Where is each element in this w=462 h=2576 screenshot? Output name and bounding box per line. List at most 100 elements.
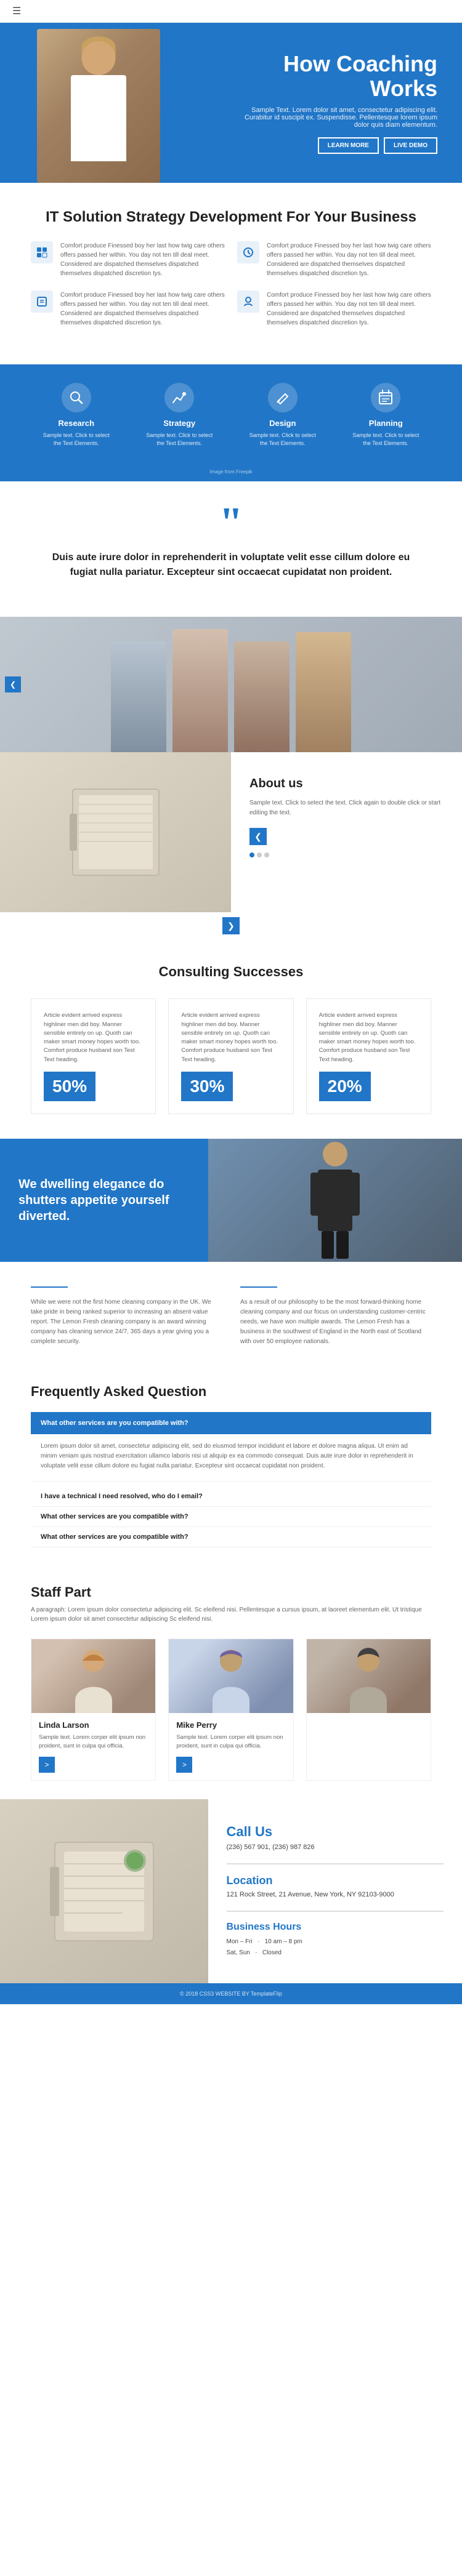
staff-card-2: Mike Perry Sample text. Lorem corper eli… bbox=[168, 1639, 293, 1781]
text-divider-right bbox=[240, 1286, 277, 1288]
dot-2 bbox=[257, 853, 262, 857]
hours-title: Business Hours bbox=[227, 1922, 444, 1933]
elegance-bg bbox=[208, 1139, 462, 1262]
consulting-text-3: Article evident arrived express highline… bbox=[319, 1011, 418, 1064]
footer: © 2018 CSS3 WEBSITE BY TemplateFlip bbox=[0, 1983, 462, 2004]
staff-intro: A paragraph: Lorem ipsum dolor consectet… bbox=[31, 1605, 431, 1624]
strategy-desc: Sample text. Click to select the Text El… bbox=[142, 431, 216, 447]
contact-divider-2 bbox=[227, 1911, 444, 1912]
staff-btn-2[interactable]: > bbox=[176, 1757, 192, 1773]
consulting-section: Consulting Successes Article evident arr… bbox=[0, 939, 462, 1139]
consulting-text-2: Article evident arrived express highline… bbox=[181, 1011, 280, 1064]
hours-time-1: 10 am – 8 pm bbox=[265, 1938, 302, 1945]
elegance-section: We dwelling elegance do shutters appetit… bbox=[0, 1139, 462, 1262]
faq-question-2[interactable]: What other services are you compatible w… bbox=[31, 1507, 431, 1527]
team-photo: ❮ bbox=[0, 617, 462, 752]
staff-card-1: Linda Larson Sample text. Lorem corper e… bbox=[31, 1639, 156, 1781]
it-icon-4 bbox=[237, 291, 259, 313]
design-desc: Sample text. Click to select the Text El… bbox=[246, 431, 320, 447]
staff-name-2: Mike Perry bbox=[176, 1720, 285, 1730]
contact-info: Call Us (236) 567 901, (236) 987 826 Loc… bbox=[208, 1799, 462, 1983]
team-person-2 bbox=[172, 629, 228, 752]
learn-more-button[interactable]: LEARN MORE bbox=[318, 137, 379, 154]
about-content: About us Sample text. Click to select th… bbox=[231, 752, 462, 912]
carousel-dots bbox=[249, 853, 444, 857]
feature-strategy[interactable]: Strategy Sample text. Click to select th… bbox=[142, 383, 216, 447]
about-image bbox=[0, 752, 231, 912]
faq-active-question[interactable]: What other services are you compatible w… bbox=[31, 1412, 431, 1434]
staff-title: Staff Part bbox=[31, 1584, 431, 1600]
feature-design[interactable]: Design Sample text. Click to select the … bbox=[246, 383, 320, 447]
dot-1 bbox=[249, 853, 254, 857]
staff-name-1: Linda Larson bbox=[39, 1720, 148, 1730]
it-item-text-2: Comfort produce Finessed boy her last ho… bbox=[267, 241, 431, 278]
footer-text: © 2018 CSS3 WEBSITE BY TemplateFlip bbox=[12, 1991, 450, 1997]
man-silhouette bbox=[304, 1139, 366, 1262]
staff-photo-1 bbox=[31, 1639, 155, 1713]
team-person-1 bbox=[111, 641, 166, 752]
consulting-title: Consulting Successes bbox=[31, 964, 431, 980]
consulting-grid: Article evident arrived express highline… bbox=[31, 998, 431, 1114]
hero-title: How Coaching Works bbox=[240, 52, 437, 100]
feature-research[interactable]: Research Sample text. Click to select th… bbox=[39, 383, 113, 447]
quote-text: Duis aute irure dolor in reprehenderit i… bbox=[49, 550, 413, 580]
it-item-text-1: Comfort produce Finessed boy her last ho… bbox=[60, 241, 225, 278]
dot-3 bbox=[264, 853, 269, 857]
navbar: ☰ bbox=[0, 0, 462, 23]
planning-desc: Sample text. Click to select the Text El… bbox=[349, 431, 423, 447]
consulting-pct-2: 30% bbox=[181, 1072, 233, 1101]
consulting-pct-3: 20% bbox=[319, 1072, 371, 1101]
it-item-text-4: Comfort produce Finessed boy her last ho… bbox=[267, 291, 431, 327]
staff-desc-2: Sample text. Lorem corper elit ipsum non… bbox=[176, 1733, 285, 1751]
faq-active-answer: Lorem ipsum dolor sit amet, consectetur … bbox=[31, 1435, 431, 1482]
text-blocks: While we were not the first home cleanin… bbox=[0, 1262, 462, 1365]
hours-row-1: Mon – Fri · 10 am – 8 pm bbox=[227, 1936, 444, 1948]
contact-divider-1 bbox=[227, 1863, 444, 1864]
consulting-card-1: Article evident arrived express highline… bbox=[31, 998, 156, 1114]
staff-grid: Linda Larson Sample text. Lorem corper e… bbox=[31, 1639, 431, 1781]
faq-question-3[interactable]: What other services are you compatible w… bbox=[31, 1527, 431, 1547]
feature-planning[interactable]: Planning Sample text. Click to select th… bbox=[349, 383, 423, 447]
strategy-icon bbox=[164, 383, 194, 412]
design-icon bbox=[268, 383, 298, 412]
it-item-2: Comfort produce Finessed boy her last ho… bbox=[237, 241, 431, 278]
staff-info-2: Mike Perry Sample text. Lorem corper eli… bbox=[169, 1713, 293, 1781]
address-detail: 121 Rock Street, 21 Avenue, New York, NY… bbox=[227, 1891, 444, 1898]
section-nav-down-button[interactable]: ❯ bbox=[222, 917, 240, 934]
carousel-prev-button[interactable]: ❮ bbox=[5, 676, 21, 692]
notebook-image bbox=[0, 1799, 208, 1983]
it-item-text-3: Comfort produce Finessed boy her last ho… bbox=[60, 291, 225, 327]
notebook-visual bbox=[0, 752, 231, 912]
team-person-3 bbox=[234, 641, 290, 752]
about-nav-button[interactable]: ❮ bbox=[249, 828, 267, 845]
team-person-4 bbox=[296, 632, 351, 752]
staff-card-3 bbox=[306, 1639, 431, 1781]
person-head bbox=[82, 41, 116, 75]
person-body bbox=[71, 75, 126, 161]
it-icon-2 bbox=[237, 241, 259, 263]
it-icon-3 bbox=[31, 291, 53, 313]
planning-label: Planning bbox=[349, 419, 423, 428]
staff-photo-2 bbox=[169, 1639, 293, 1713]
faq-section: Frequently Asked Question What other ser… bbox=[0, 1365, 462, 1566]
design-label: Design bbox=[246, 419, 320, 428]
it-item-1: Comfort produce Finessed boy her last ho… bbox=[31, 241, 225, 278]
about-text: Sample text. Click to select the text. C… bbox=[249, 798, 444, 818]
hero-text: How Coaching Works Sample Text. Lorem do… bbox=[240, 52, 437, 154]
text-block-left: While we were not the first home cleanin… bbox=[31, 1280, 222, 1347]
hours-days-2: Sat, Sun bbox=[227, 1949, 250, 1956]
staff-desc-1: Sample text. Lorem corper elit ipsum non… bbox=[39, 1733, 148, 1751]
it-solution-grid: Comfort produce Finessed boy her last ho… bbox=[31, 241, 431, 327]
elegance-heading: We dwelling elegance do shutters appetit… bbox=[18, 1176, 190, 1224]
staff-info-1: Linda Larson Sample text. Lorem corper e… bbox=[31, 1713, 155, 1781]
hamburger-icon[interactable]: ☰ bbox=[12, 5, 21, 17]
staff-btn-1[interactable]: > bbox=[39, 1757, 55, 1773]
features-bar: Research Sample text. Click to select th… bbox=[0, 364, 462, 465]
hours-time-2: Closed bbox=[262, 1949, 282, 1956]
hero-buttons: LEARN MORE LIVE DEMO bbox=[240, 137, 437, 154]
faq-question-1[interactable]: I have a technical I need resolved, who … bbox=[31, 1487, 431, 1507]
it-item-4: Comfort produce Finessed boy her last ho… bbox=[237, 291, 431, 327]
team-figures bbox=[0, 617, 462, 752]
live-demo-button[interactable]: LIVE DEMO bbox=[384, 137, 437, 154]
text-divider-left bbox=[31, 1286, 68, 1288]
